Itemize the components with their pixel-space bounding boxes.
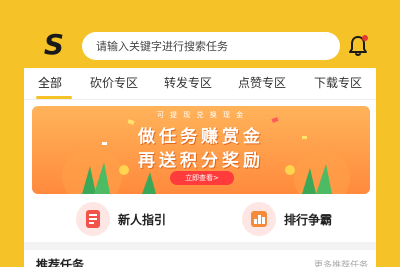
- tab-bargain[interactable]: 砍价专区: [90, 74, 138, 91]
- search-bar[interactable]: 请输入关键字进行搜索任务: [82, 32, 340, 60]
- shortcut-row: 新人指引 排行争霸: [24, 196, 376, 242]
- recommended-section-header: 推荐任务 更多推荐任务: [24, 250, 376, 267]
- newbie-guide-shortcut[interactable]: 新人指引: [76, 200, 166, 238]
- notification-badge: [362, 35, 368, 41]
- banner-view-button[interactable]: 立即查看>: [170, 171, 234, 185]
- app-logo[interactable]: S: [38, 30, 70, 60]
- guide-icon: [76, 202, 110, 236]
- promo-banner[interactable]: 可 提 现 兑 换 现 金 做任务赚赏金 再送积分奖励 立即查看>: [32, 106, 370, 194]
- banner-subheadline: 再送积分奖励: [138, 151, 264, 171]
- tab-like[interactable]: 点赞专区: [238, 74, 286, 91]
- more-link[interactable]: 更多推荐任务: [314, 258, 368, 267]
- search-input[interactable]: 请输入关键字进行搜索任务: [96, 38, 228, 54]
- header-bar: S 请输入关键字进行搜索任务: [24, 0, 376, 68]
- banner-headline: 做任务赚赏金: [138, 127, 264, 147]
- tab-all[interactable]: 全部: [38, 74, 62, 91]
- banner-subtitle: 可 提 现 兑 换 现 金: [156, 111, 246, 119]
- ranking-icon: [242, 202, 276, 236]
- category-tabs: 全部 砍价专区 转发专区 点赞专区 下载专区: [24, 68, 376, 100]
- shortcut-label: 排行争霸: [284, 212, 333, 227]
- shortcut-label: 新人指引: [118, 212, 167, 227]
- notification-button[interactable]: [346, 34, 370, 58]
- logo-letter: S: [43, 28, 65, 61]
- tab-download[interactable]: 下载专区: [314, 74, 362, 91]
- app-screen: S 请输入关键字进行搜索任务 全部 砍价专区 转发专区 点赞专区 下载专区 可 …: [24, 0, 376, 267]
- active-tab-indicator: [36, 96, 72, 99]
- tab-forward[interactable]: 转发专区: [164, 74, 212, 91]
- section-title: 推荐任务: [36, 258, 85, 267]
- section-divider: [24, 242, 376, 250]
- ranking-shortcut[interactable]: 排行争霸: [242, 200, 332, 238]
